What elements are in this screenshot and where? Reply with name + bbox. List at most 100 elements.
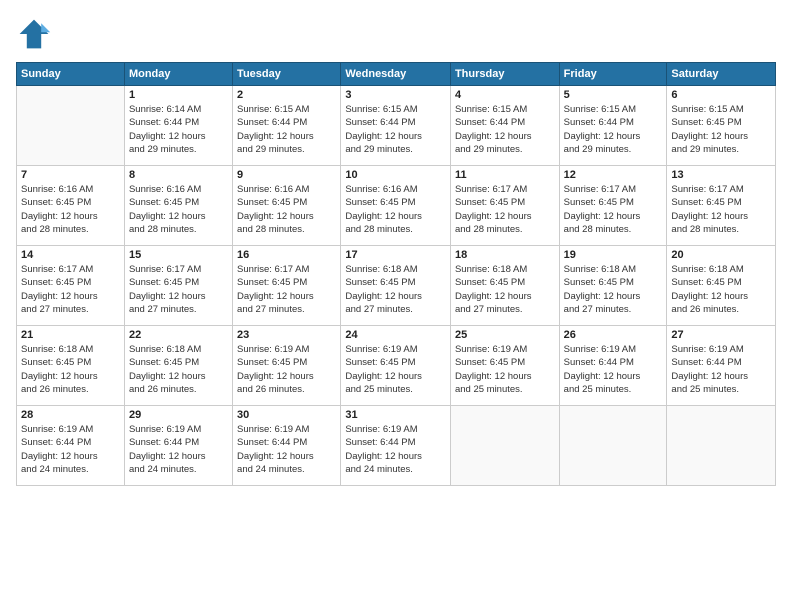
calendar-cell: 2 Sunrise: 6:15 AMSunset: 6:44 PMDaylight… <box>233 86 341 166</box>
day-info: Sunrise: 6:17 AMSunset: 6:45 PMDaylight:… <box>129 263 228 316</box>
calendar-day-header: Thursday <box>450 63 559 86</box>
day-number: 31 <box>345 409 446 421</box>
logo <box>16 16 58 52</box>
day-number: 27 <box>671 329 771 341</box>
calendar-cell <box>17 86 125 166</box>
day-number: 19 <box>564 249 663 261</box>
day-number: 6 <box>671 89 771 101</box>
calendar-week-row: 7 Sunrise: 6:16 AMSunset: 6:45 PMDaylight… <box>17 166 776 246</box>
day-info: Sunrise: 6:17 AMSunset: 6:45 PMDaylight:… <box>21 263 120 316</box>
day-info: Sunrise: 6:18 AMSunset: 6:45 PMDaylight:… <box>671 263 771 316</box>
day-info: Sunrise: 6:14 AMSunset: 6:44 PMDaylight:… <box>129 103 228 156</box>
day-info: Sunrise: 6:16 AMSunset: 6:45 PMDaylight:… <box>237 183 336 236</box>
calendar-cell: 15 Sunrise: 6:17 AMSunset: 6:45 PMDayligh… <box>124 246 232 326</box>
calendar-cell: 7 Sunrise: 6:16 AMSunset: 6:45 PMDaylight… <box>17 166 125 246</box>
calendar-week-row: 21 Sunrise: 6:18 AMSunset: 6:45 PMDayligh… <box>17 326 776 406</box>
day-number: 20 <box>671 249 771 261</box>
day-info: Sunrise: 6:15 AMSunset: 6:44 PMDaylight:… <box>237 103 336 156</box>
day-number: 1 <box>129 89 228 101</box>
day-info: Sunrise: 6:15 AMSunset: 6:44 PMDaylight:… <box>345 103 446 156</box>
day-info: Sunrise: 6:19 AMSunset: 6:44 PMDaylight:… <box>345 423 446 476</box>
day-number: 14 <box>21 249 120 261</box>
calendar-cell: 21 Sunrise: 6:18 AMSunset: 6:45 PMDayligh… <box>17 326 125 406</box>
day-number: 24 <box>345 329 446 341</box>
calendar-cell: 13 Sunrise: 6:17 AMSunset: 6:45 PMDayligh… <box>667 166 776 246</box>
calendar-day-header: Wednesday <box>341 63 451 86</box>
day-info: Sunrise: 6:16 AMSunset: 6:45 PMDaylight:… <box>345 183 446 236</box>
calendar-cell: 26 Sunrise: 6:19 AMSunset: 6:44 PMDayligh… <box>559 326 667 406</box>
day-info: Sunrise: 6:15 AMSunset: 6:44 PMDaylight:… <box>455 103 555 156</box>
day-number: 25 <box>455 329 555 341</box>
day-info: Sunrise: 6:19 AMSunset: 6:45 PMDaylight:… <box>455 343 555 396</box>
day-info: Sunrise: 6:18 AMSunset: 6:45 PMDaylight:… <box>21 343 120 396</box>
day-info: Sunrise: 6:19 AMSunset: 6:44 PMDaylight:… <box>129 423 228 476</box>
day-number: 30 <box>237 409 336 421</box>
calendar-cell: 11 Sunrise: 6:17 AMSunset: 6:45 PMDayligh… <box>450 166 559 246</box>
calendar-cell: 27 Sunrise: 6:19 AMSunset: 6:44 PMDayligh… <box>667 326 776 406</box>
day-info: Sunrise: 6:19 AMSunset: 6:45 PMDaylight:… <box>237 343 336 396</box>
calendar-day-header: Monday <box>124 63 232 86</box>
calendar-cell: 23Sunrise: 6:19 AMSunset: 6:45 PMDayligh… <box>233 326 341 406</box>
day-number: 2 <box>237 89 336 101</box>
calendar-cell: 14 Sunrise: 6:17 AMSunset: 6:45 PMDayligh… <box>17 246 125 326</box>
logo-icon <box>16 16 52 52</box>
calendar-table: SundayMondayTuesdayWednesdayThursdayFrid… <box>16 62 776 486</box>
calendar-cell: 16 Sunrise: 6:17 AMSunset: 6:45 PMDayligh… <box>233 246 341 326</box>
day-number: 15 <box>129 249 228 261</box>
day-info: Sunrise: 6:17 AMSunset: 6:45 PMDaylight:… <box>564 183 663 236</box>
calendar-cell <box>450 406 559 486</box>
day-number: 22 <box>129 329 228 341</box>
calendar-cell <box>559 406 667 486</box>
calendar-cell: 30Sunrise: 6:19 AMSunset: 6:44 PMDayligh… <box>233 406 341 486</box>
calendar-day-header: Friday <box>559 63 667 86</box>
day-number: 13 <box>671 169 771 181</box>
calendar-cell: 1 Sunrise: 6:14 AMSunset: 6:44 PMDaylight… <box>124 86 232 166</box>
page: SundayMondayTuesdayWednesdayThursdayFrid… <box>0 0 792 612</box>
calendar-cell: 10 Sunrise: 6:16 AMSunset: 6:45 PMDayligh… <box>341 166 451 246</box>
calendar-week-row: 28Sunrise: 6:19 AMSunset: 6:44 PMDayligh… <box>17 406 776 486</box>
calendar-cell: 3 Sunrise: 6:15 AMSunset: 6:44 PMDaylight… <box>341 86 451 166</box>
calendar-cell: 20 Sunrise: 6:18 AMSunset: 6:45 PMDayligh… <box>667 246 776 326</box>
header <box>16 16 776 52</box>
calendar-cell: 6 Sunrise: 6:15 AMSunset: 6:45 PMDaylight… <box>667 86 776 166</box>
calendar-cell: 12 Sunrise: 6:17 AMSunset: 6:45 PMDayligh… <box>559 166 667 246</box>
calendar-cell: 18Sunrise: 6:18 AMSunset: 6:45 PMDayligh… <box>450 246 559 326</box>
calendar-day-header: Saturday <box>667 63 776 86</box>
day-info: Sunrise: 6:19 AMSunset: 6:44 PMDaylight:… <box>671 343 771 396</box>
day-info: Sunrise: 6:16 AMSunset: 6:45 PMDaylight:… <box>21 183 120 236</box>
day-info: Sunrise: 6:19 AMSunset: 6:44 PMDaylight:… <box>564 343 663 396</box>
calendar-cell: 31 Sunrise: 6:19 AMSunset: 6:44 PMDayligh… <box>341 406 451 486</box>
day-number: 26 <box>564 329 663 341</box>
calendar-cell: 19 Sunrise: 6:18 AMSunset: 6:45 PMDayligh… <box>559 246 667 326</box>
day-number: 3 <box>345 89 446 101</box>
calendar-cell: 22Sunrise: 6:18 AMSunset: 6:45 PMDayligh… <box>124 326 232 406</box>
day-number: 29 <box>129 409 228 421</box>
day-number: 12 <box>564 169 663 181</box>
day-number: 17 <box>345 249 446 261</box>
day-info: Sunrise: 6:18 AMSunset: 6:45 PMDaylight:… <box>564 263 663 316</box>
calendar-day-header: Tuesday <box>233 63 341 86</box>
calendar-cell: 25 Sunrise: 6:19 AMSunset: 6:45 PMDayligh… <box>450 326 559 406</box>
day-number: 10 <box>345 169 446 181</box>
day-info: Sunrise: 6:17 AMSunset: 6:45 PMDaylight:… <box>455 183 555 236</box>
calendar-cell: 28Sunrise: 6:19 AMSunset: 6:44 PMDayligh… <box>17 406 125 486</box>
day-number: 7 <box>21 169 120 181</box>
calendar-cell: 24Sunrise: 6:19 AMSunset: 6:45 PMDayligh… <box>341 326 451 406</box>
day-number: 8 <box>129 169 228 181</box>
day-number: 16 <box>237 249 336 261</box>
day-info: Sunrise: 6:18 AMSunset: 6:45 PMDaylight:… <box>345 263 446 316</box>
calendar-cell: 5 Sunrise: 6:15 AMSunset: 6:44 PMDaylight… <box>559 86 667 166</box>
day-info: Sunrise: 6:17 AMSunset: 6:45 PMDaylight:… <box>671 183 771 236</box>
day-number: 5 <box>564 89 663 101</box>
day-info: Sunrise: 6:16 AMSunset: 6:45 PMDaylight:… <box>129 183 228 236</box>
calendar-header-row: SundayMondayTuesdayWednesdayThursdayFrid… <box>17 63 776 86</box>
day-info: Sunrise: 6:15 AMSunset: 6:45 PMDaylight:… <box>671 103 771 156</box>
day-info: Sunrise: 6:15 AMSunset: 6:44 PMDaylight:… <box>564 103 663 156</box>
day-info: Sunrise: 6:19 AMSunset: 6:44 PMDaylight:… <box>21 423 120 476</box>
day-number: 11 <box>455 169 555 181</box>
calendar-week-row: 14 Sunrise: 6:17 AMSunset: 6:45 PMDayligh… <box>17 246 776 326</box>
calendar-cell: 29 Sunrise: 6:19 AMSunset: 6:44 PMDayligh… <box>124 406 232 486</box>
calendar-cell: 17 Sunrise: 6:18 AMSunset: 6:45 PMDayligh… <box>341 246 451 326</box>
day-number: 21 <box>21 329 120 341</box>
day-info: Sunrise: 6:17 AMSunset: 6:45 PMDaylight:… <box>237 263 336 316</box>
